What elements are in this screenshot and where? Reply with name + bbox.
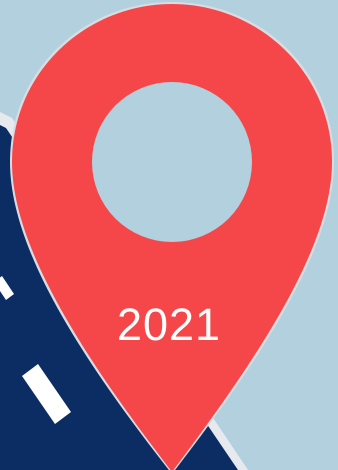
location-pin-scene: 2021	[0, 0, 338, 470]
pin-hole	[92, 82, 252, 242]
pin-year-label: 2021	[116, 299, 222, 350]
illustration	[0, 0, 338, 470]
